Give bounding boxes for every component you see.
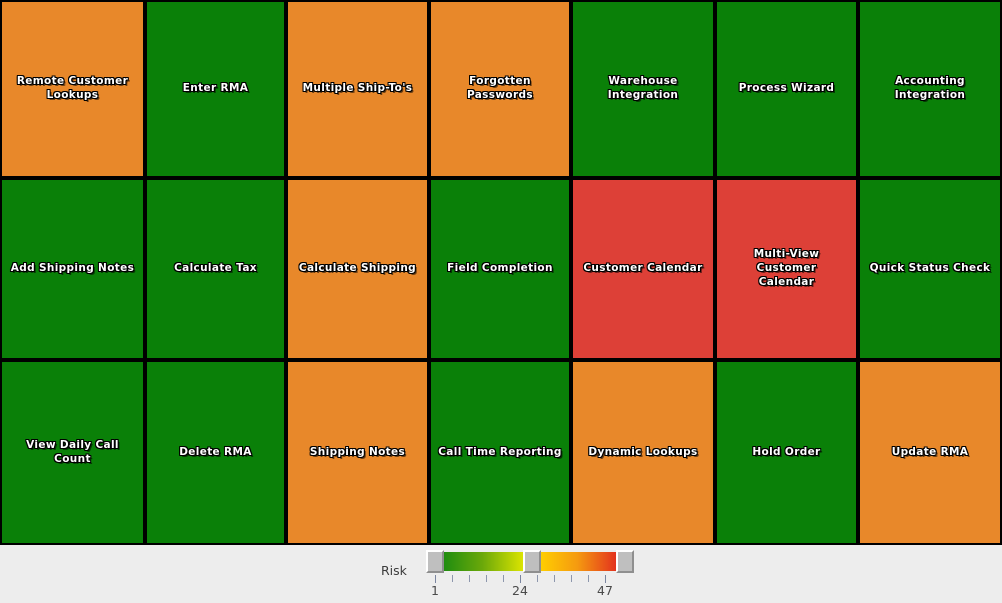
legend-gradient-track[interactable]: [426, 550, 634, 573]
treemap-cell[interactable]: Shipping Notes: [286, 360, 429, 545]
legend-label-max: 47: [597, 583, 613, 598]
legend-tick-minor: [571, 575, 572, 582]
treemap-cell[interactable]: Field Completion: [429, 178, 571, 360]
treemap-cell-label: Add Shipping Notes: [10, 262, 135, 275]
risk-legend: Risk 1 24 47: [0, 545, 1002, 603]
treemap-cell-label: Remote Customer Lookups: [16, 75, 129, 101]
treemap-cell-label: View Daily Call Count: [26, 438, 119, 465]
legend-label-mid: 24: [512, 583, 528, 598]
treemap-cell-label: Dynamic Lookups: [588, 445, 698, 458]
treemap-cell[interactable]: Update RMA: [858, 360, 1002, 545]
treemap-cell-label: Calculate Shipping: [298, 262, 417, 275]
treemap-row: Add Shipping Notes Calculate Tax Calculate…: [0, 178, 1002, 360]
legend-label-min: 1: [431, 583, 439, 598]
treemap-cell[interactable]: Add Shipping Notes: [0, 178, 145, 360]
treemap-risk-view: Remote Customer Lookups Enter RMA Multiple…: [0, 0, 1002, 603]
legend-gradient-low-segment: [443, 552, 530, 571]
treemap-cell-label: Calculate Tax: [174, 262, 257, 275]
treemap-cell-label: Update RMA: [891, 445, 969, 458]
legend-tick-minor: [452, 575, 453, 582]
treemap-cell-label: Multiple Ship-To's: [302, 82, 413, 95]
treemap-cell[interactable]: Multiple Ship-To's: [286, 0, 429, 178]
treemap-cell-label: Quick Status Check: [869, 262, 991, 275]
treemap-row: View Daily Call Count Delete RMA Shipping …: [0, 360, 1002, 545]
legend-tick-minor: [486, 575, 487, 582]
treemap-cell[interactable]: Remote Customer Lookups: [0, 0, 145, 178]
treemap-cell[interactable]: Calculate Shipping: [286, 178, 429, 360]
treemap-cell[interactable]: Enter RMA: [145, 0, 286, 178]
treemap-cell-label: Field Completion: [447, 262, 553, 275]
legend-tick-minor: [503, 575, 504, 582]
legend-tick-labels: 1 24 47: [381, 583, 641, 601]
treemap-row: Remote Customer Lookups Enter RMA Multiple…: [0, 0, 1002, 178]
treemap-cell[interactable]: Quick Status Check: [858, 178, 1002, 360]
treemap-cell[interactable]: Forgotten Passwords: [429, 0, 571, 178]
legend-handle-max[interactable]: [616, 550, 634, 573]
legend-tick-minor: [588, 575, 589, 582]
treemap-cell-label: Enter RMA: [182, 82, 249, 95]
treemap-cell-label: Delete RMA: [179, 445, 252, 458]
treemap-cell-label: Multi-View Customer Calendar: [753, 248, 820, 288]
treemap-cell-label: Process Wizard: [738, 82, 835, 95]
treemap-cell[interactable]: Accounting Integration: [858, 0, 1002, 178]
treemap-cell-label: Call Time Reporting: [438, 445, 562, 458]
treemap-cell[interactable]: Dynamic Lookups: [571, 360, 715, 545]
legend-tick-minor: [469, 575, 470, 582]
legend-inner: Risk 1 24 47: [381, 547, 701, 601]
treemap-cell[interactable]: Customer Calendar: [571, 178, 715, 360]
treemap-cell[interactable]: Hold Order: [715, 360, 858, 545]
legend-gradient-high-segment: [540, 552, 623, 571]
treemap-cell-label: Accounting Integration: [894, 75, 966, 101]
legend-tick-minor: [554, 575, 555, 582]
legend-tick-minor: [537, 575, 538, 582]
treemap-cell-label: Hold Order: [752, 445, 821, 458]
treemap-cell[interactable]: Multi-View Customer Calendar: [715, 178, 858, 360]
legend-tick-major: [605, 575, 606, 583]
legend-handle-mid[interactable]: [523, 550, 541, 573]
treemap-cell-label: Customer Calendar: [583, 262, 703, 275]
treemap-cell[interactable]: Call Time Reporting: [429, 360, 571, 545]
legend-title-label: Risk: [381, 563, 407, 578]
legend-tick-major: [435, 575, 436, 583]
legend-handle-min[interactable]: [426, 550, 444, 573]
treemap-cell-label: Warehouse Integration: [607, 75, 679, 101]
legend-tick-major: [520, 575, 521, 583]
treemap-canvas: Remote Customer Lookups Enter RMA Multiple…: [0, 0, 1002, 545]
treemap-cell[interactable]: Calculate Tax: [145, 178, 286, 360]
treemap-cell-label: Forgotten Passwords: [466, 75, 533, 101]
treemap-cell[interactable]: View Daily Call Count: [0, 360, 145, 545]
treemap-cell[interactable]: Delete RMA: [145, 360, 286, 545]
treemap-cell[interactable]: Warehouse Integration: [571, 0, 715, 178]
treemap-cell-label: Shipping Notes: [309, 445, 406, 458]
treemap-cell[interactable]: Process Wizard: [715, 0, 858, 178]
